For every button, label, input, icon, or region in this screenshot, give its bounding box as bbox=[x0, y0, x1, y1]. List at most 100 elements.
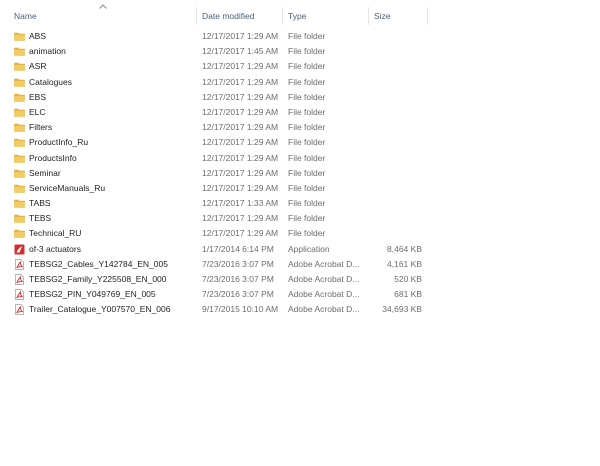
file-name: Trailer_Catalogue_Y007570_EN_006 bbox=[29, 304, 171, 315]
file-row[interactable]: TEBSG2_Family_Y225508_EN_000 7/23/2016 3:… bbox=[0, 272, 600, 287]
file-date-modified: 7/23/2016 3:07 PM bbox=[202, 274, 274, 284]
file-date-modified: 12/17/2017 1:29 AM bbox=[202, 106, 279, 117]
file-row[interactable]: Filters 12/17/2017 1:29 AM File folder bbox=[0, 120, 600, 135]
column-header-type[interactable]: Type bbox=[283, 7, 369, 25]
file-row[interactable]: ProductsInfo 12/17/2017 1:29 AM File folde… bbox=[0, 151, 600, 166]
file-row[interactable]: Seminar 12/17/2017 1:29 AM File folder bbox=[0, 166, 600, 181]
file-date-modified: 7/23/2016 3:07 PM bbox=[202, 258, 274, 269]
file-name: Seminar bbox=[29, 167, 61, 178]
file-date-modified: 12/17/2017 1:29 AM bbox=[202, 76, 279, 87]
file-row[interactable]: ServiceManuals_Ru 12/17/2017 1:29 AM File … bbox=[0, 181, 600, 196]
folder-icon bbox=[14, 168, 25, 179]
file-row[interactable]: TEBS 12/17/2017 1:29 AM File folder bbox=[0, 211, 600, 226]
file-row[interactable]: ASR 12/17/2017 1:29 AM File folder bbox=[0, 59, 600, 74]
file-name: Catalogues bbox=[29, 76, 73, 87]
file-name: of-3 actuators bbox=[29, 243, 81, 254]
folder-icon bbox=[14, 122, 25, 133]
file-row[interactable]: ELC 12/17/2017 1:29 AM File folder bbox=[0, 105, 600, 120]
application-icon bbox=[14, 244, 25, 255]
file-type: File folder bbox=[288, 91, 326, 102]
column-header-size[interactable]: Size bbox=[369, 7, 428, 25]
folder-icon bbox=[14, 183, 25, 194]
file-name: TEBSG2_Family_Y225508_EN_000 bbox=[29, 274, 167, 284]
file-size: 520 KB bbox=[394, 274, 422, 284]
file-row[interactable]: ABS 12/17/2017 1:29 AM File folder bbox=[0, 29, 600, 44]
file-date-modified: 12/17/2017 1:29 AM bbox=[202, 152, 279, 163]
folder-icon bbox=[14, 107, 25, 118]
folder-icon bbox=[14, 153, 25, 164]
file-row[interactable]: TEBSG2_PIN_Y049769_EN_005 7/23/2016 3:07 … bbox=[0, 287, 600, 302]
file-name: ServiceManuals_Ru bbox=[29, 182, 106, 193]
file-name: ProductsInfo bbox=[29, 152, 77, 163]
file-type: File folder bbox=[288, 122, 326, 133]
file-type: Adobe Acrobat D... bbox=[288, 258, 360, 269]
folder-icon bbox=[14, 77, 25, 88]
file-size: 681 KB bbox=[394, 289, 422, 300]
file-date-modified: 12/17/2017 1:29 AM bbox=[202, 213, 279, 224]
file-date-modified: 1/17/2014 6:14 PM bbox=[202, 243, 274, 254]
folder-icon bbox=[14, 213, 25, 224]
file-type: File folder bbox=[288, 152, 326, 163]
file-date-modified: 12/17/2017 1:33 AM bbox=[202, 198, 279, 209]
file-size: 34,693 KB bbox=[382, 304, 422, 315]
file-name: ABS bbox=[29, 31, 47, 41]
file-type: Application bbox=[288, 243, 330, 254]
file-row[interactable]: Technical_RU 12/17/2017 1:29 AM File folde… bbox=[0, 226, 600, 241]
pdf-icon bbox=[14, 274, 25, 285]
folder-icon bbox=[14, 137, 25, 148]
pdf-icon bbox=[14, 258, 25, 270]
folder-icon bbox=[14, 31, 25, 42]
folder-icon bbox=[14, 61, 25, 72]
file-type: File folder bbox=[288, 61, 326, 72]
column-header-bar: Name Date modified Type Size bbox=[0, 7, 600, 25]
file-date-modified: 9/17/2015 10:10 AM bbox=[202, 304, 279, 315]
file-row[interactable]: TEBSG2_Cables_Y142784_EN_005 7/23/2016 3:… bbox=[0, 257, 600, 272]
file-name: TEBSG2_Cables_Y142784_EN_005 bbox=[29, 258, 168, 269]
folder-icon bbox=[14, 198, 25, 209]
file-row[interactable]: of-3 actuators 1/17/2014 6:14 PM Applicati… bbox=[0, 242, 600, 257]
file-type: Adobe Acrobat D... bbox=[288, 304, 360, 315]
pdf-icon bbox=[14, 304, 25, 316]
file-name: ELC bbox=[29, 106, 46, 117]
file-row[interactable]: animation 12/17/2017 1:45 AM File folder bbox=[0, 44, 600, 59]
folder-icon bbox=[14, 228, 25, 239]
file-date-modified: 12/17/2017 1:29 AM bbox=[202, 91, 279, 102]
file-date-modified: 12/17/2017 1:45 AM bbox=[202, 46, 279, 57]
file-type: File folder bbox=[288, 213, 326, 224]
file-name: TABS bbox=[29, 198, 51, 209]
file-date-modified: 12/17/2017 1:29 AM bbox=[202, 167, 279, 178]
column-header-name[interactable]: Name bbox=[9, 7, 197, 25]
file-row[interactable]: Catalogues 12/17/2017 1:29 AM File folder bbox=[0, 75, 600, 90]
file-name: Filters bbox=[29, 122, 53, 133]
file-row[interactable]: EBS 12/17/2017 1:29 AM File folder bbox=[0, 90, 600, 105]
file-name: ProductInfo_Ru bbox=[29, 137, 89, 148]
file-name: EBS bbox=[29, 91, 47, 102]
file-date-modified: 12/17/2017 1:29 AM bbox=[202, 137, 279, 148]
file-size: 8,464 KB bbox=[387, 243, 422, 254]
file-row[interactable]: ProductInfo_Ru 12/17/2017 1:29 AM File fol… bbox=[0, 135, 600, 150]
file-date-modified: 12/17/2017 1:29 AM bbox=[202, 182, 279, 193]
file-size: 4,161 KB bbox=[387, 258, 422, 269]
folder-icon bbox=[14, 46, 25, 57]
file-name: TEBS bbox=[29, 213, 52, 224]
file-date-modified: 12/17/2017 1:29 AM bbox=[202, 31, 279, 41]
file-name: TEBSG2_PIN_Y049769_EN_005 bbox=[29, 289, 156, 300]
file-type: File folder bbox=[288, 137, 326, 148]
file-type: File folder bbox=[288, 167, 326, 178]
column-header-date-modified[interactable]: Date modified bbox=[197, 7, 283, 25]
file-date-modified: 12/17/2017 1:29 AM bbox=[202, 61, 279, 72]
folder-icon bbox=[14, 92, 25, 103]
file-type: Adobe Acrobat D... bbox=[288, 289, 360, 300]
file-type: File folder bbox=[288, 31, 326, 41]
file-name: ASR bbox=[29, 61, 47, 72]
file-explorer-window: Name Date modified Type Size ABS 12/17/20… bbox=[0, 0, 600, 466]
file-type: Adobe Acrobat D... bbox=[288, 274, 360, 284]
file-row[interactable]: Trailer_Catalogue_Y007570_EN_006 9/17/201… bbox=[0, 302, 600, 317]
file-type: File folder bbox=[288, 106, 326, 117]
file-name: Technical_RU bbox=[29, 228, 82, 239]
file-row[interactable]: TABS 12/17/2017 1:33 AM File folder bbox=[0, 196, 600, 211]
file-type: File folder bbox=[288, 228, 326, 239]
file-list: ABS 12/17/2017 1:29 AM File folder animatio… bbox=[0, 29, 600, 318]
file-type: File folder bbox=[288, 46, 326, 57]
file-date-modified: 7/23/2016 3:07 PM bbox=[202, 289, 274, 300]
